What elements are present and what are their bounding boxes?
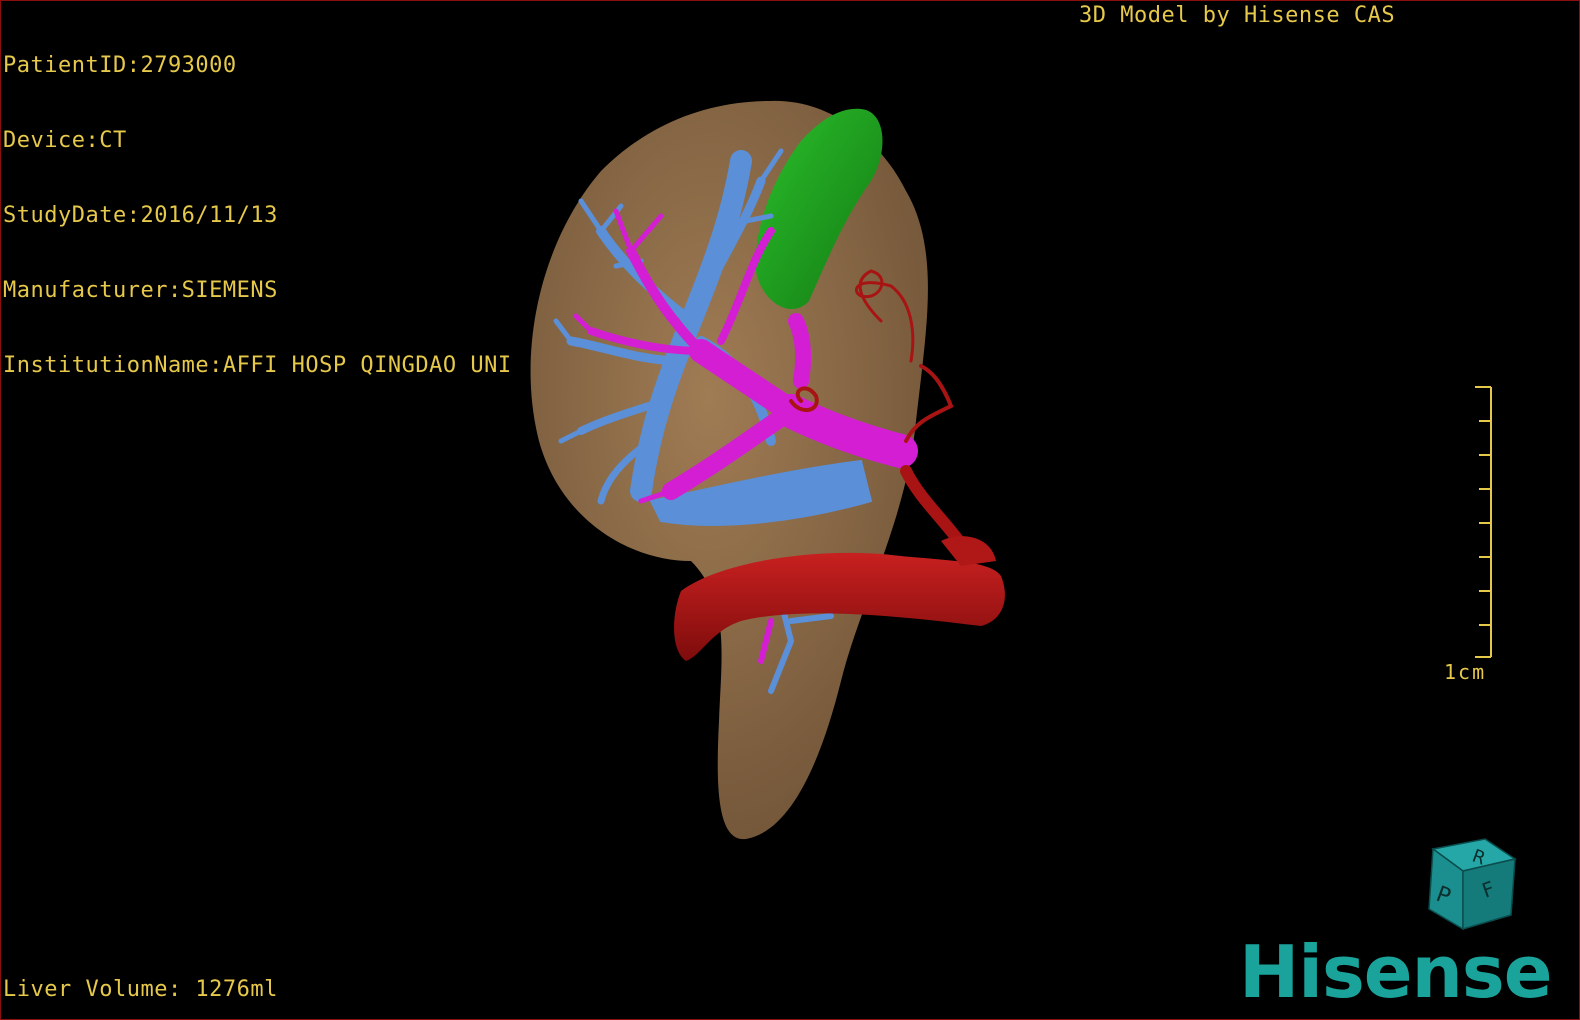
manufacturer: Manufacturer:SIEMENS xyxy=(3,278,278,303)
patient-info-overlay: PatientID:2793000 Device:CT StudyDate:20… xyxy=(3,3,512,428)
institution-name: InstitutionName:AFFI HOSP QINGDAO UNI xyxy=(3,353,512,378)
hisense-logo: Hisense xyxy=(1239,930,1553,1014)
scale-label: 1cm xyxy=(1444,660,1487,684)
liver-volume: Liver Volume: 1276ml xyxy=(3,977,278,1002)
study-date: StudyDate:2016/11/13 xyxy=(3,203,278,228)
scale-bar xyxy=(1475,386,1492,658)
model-credit: 3D Model by Hisense CAS xyxy=(1079,3,1396,28)
3d-viewport[interactable]: PatientID:2793000 Device:CT StudyDate:20… xyxy=(0,0,1580,1020)
orientation-cube[interactable]: R F P xyxy=(1419,837,1523,937)
device: Device:CT xyxy=(3,128,127,153)
patient-id: PatientID:2793000 xyxy=(3,53,237,78)
